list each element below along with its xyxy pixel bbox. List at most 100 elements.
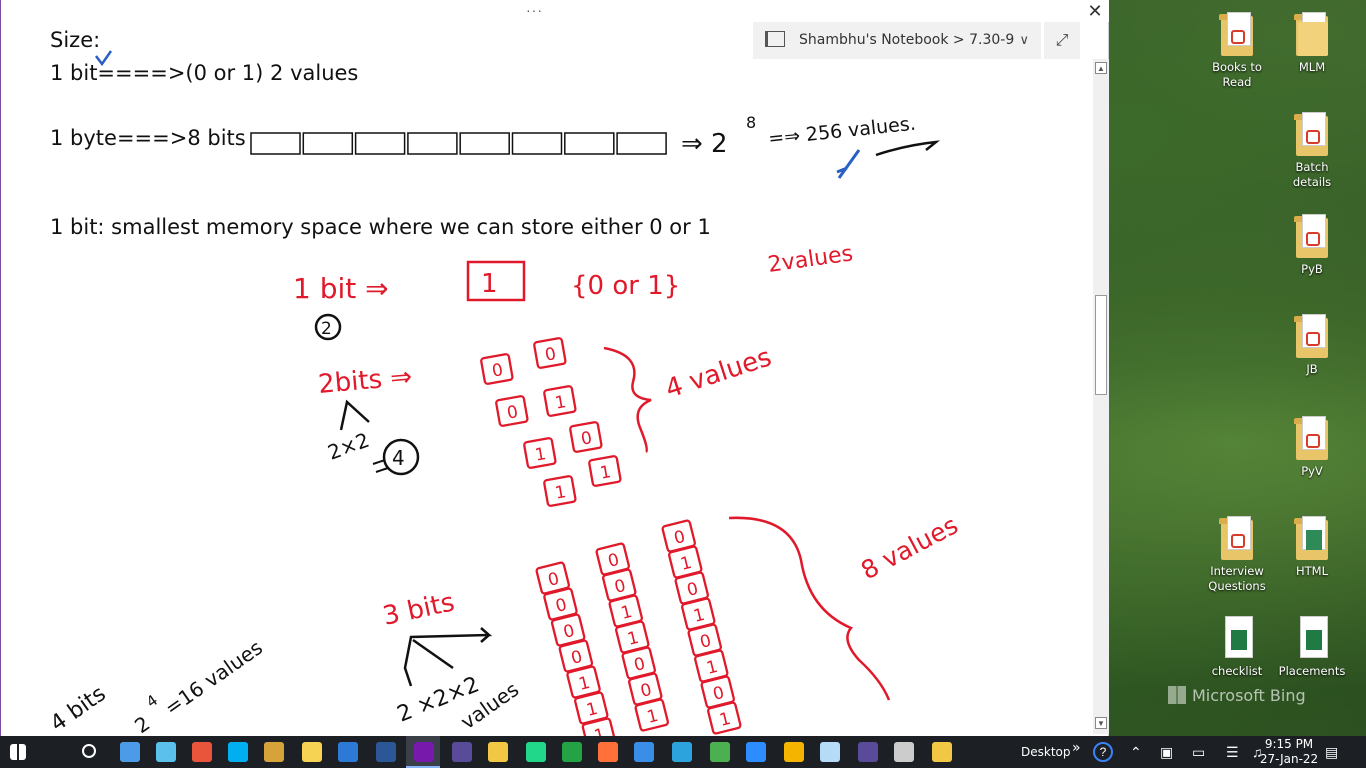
search-icon[interactable] — [82, 744, 96, 758]
ink-value-box-text: 1 — [554, 482, 568, 504]
notepad-icon[interactable] — [156, 742, 176, 762]
ink-value-box: 1 — [588, 455, 622, 487]
desktop-icon-label: PyV — [1301, 464, 1323, 478]
chrome-icon[interactable] — [710, 742, 730, 762]
desktop-icon-html[interactable]: HTML — [1275, 516, 1349, 579]
notifications-icon[interactable]: ▤ — [1325, 744, 1338, 761]
desktop-icon-placements[interactable]: Placements — [1275, 616, 1349, 679]
desktop-icon-pyv[interactable]: PyV — [1275, 416, 1349, 479]
desktop-icon-jb[interactable]: JB — [1275, 314, 1349, 377]
firefox-icon[interactable] — [598, 742, 618, 762]
desktop-icon-label: Placements — [1278, 664, 1346, 678]
scroll-up-arrow[interactable]: ▲ — [1095, 62, 1107, 74]
sticky-notes-icon[interactable] — [302, 742, 322, 762]
folder-icon — [1292, 416, 1332, 460]
byte-box — [407, 132, 458, 155]
ink-value-box-text: 0 — [606, 550, 621, 572]
remote-desktop-icon[interactable] — [634, 742, 654, 762]
wordpad-icon[interactable] — [264, 742, 284, 762]
clock-time[interactable]: 9:15 PM — [1258, 737, 1320, 751]
spiral-icon[interactable] — [562, 742, 582, 762]
desktop-icon-mlm[interactable]: MLM — [1275, 12, 1349, 75]
ink-value-box: 0 — [569, 421, 603, 453]
ink-two-power: 2 — [130, 711, 154, 736]
pycharm-icon[interactable] — [526, 742, 546, 762]
ink-value-box: 1 — [543, 475, 577, 507]
ink-four-bits: 4 bits — [46, 681, 110, 736]
skype-icon[interactable] — [228, 742, 248, 762]
desktop-icon-checklist[interactable]: checklist — [1200, 616, 1274, 679]
scroll-down-arrow[interactable]: ▼ — [1095, 717, 1107, 729]
blue-one-ink — [836, 149, 861, 179]
zoom-icon[interactable] — [746, 742, 766, 762]
word-icon[interactable] — [376, 742, 396, 762]
desktop-icon-batch-details[interactable]: Batch details — [1275, 112, 1349, 190]
ink-value-box-text: 0 — [569, 647, 584, 669]
toolbar-chevron[interactable]: » — [1072, 740, 1081, 756]
ink-value-box-text: 1 — [577, 673, 592, 695]
explorer-icon[interactable] — [932, 742, 952, 762]
scroll-thumb[interactable] — [1095, 295, 1107, 395]
ink-canvas[interactable]: ⇒ 2 8 =⇒ 256 values. 1 bit ⇒ 1 {0 or 1} … — [1, 0, 1093, 736]
start-icon[interactable] — [10, 744, 26, 760]
snowflake-icon[interactable] — [820, 742, 840, 762]
ink-value-box-text: 1 — [599, 462, 613, 484]
ink-value-box-text: 0 — [546, 569, 561, 591]
desktop-icon-books-to-read[interactable]: Books to Read — [1200, 12, 1274, 90]
ink-value-box-text: 1 — [691, 605, 706, 627]
chrome-canary-icon[interactable] — [784, 742, 804, 762]
onenote-icon[interactable] — [414, 742, 434, 762]
eclipse2-icon[interactable] — [858, 742, 878, 762]
edge-icon[interactable] — [672, 742, 692, 762]
help-icon[interactable]: ? — [1093, 742, 1113, 762]
eclipse-icon[interactable] — [452, 742, 472, 762]
folder-icon — [1292, 12, 1332, 56]
ink-bit-box-value: 1 — [481, 269, 498, 299]
folder-icon — [1217, 516, 1257, 560]
byte-boxes — [250, 132, 667, 155]
ink-bit-set: {0 or 1} — [571, 271, 680, 301]
ink-circle-two-value: 2 — [321, 319, 332, 339]
desktop-icon-label: Interview Questions — [1208, 564, 1266, 593]
desktop-icon-label: Books to Read — [1212, 60, 1262, 89]
ink-tree-three — [403, 627, 493, 687]
desktop-icon-label: PyB — [1301, 262, 1323, 276]
ink-value-box: 1 — [523, 437, 557, 469]
ink-value-box-text: 0 — [506, 402, 520, 424]
byte-box — [354, 132, 406, 155]
ink-brace-four — [603, 346, 652, 454]
ink-four-values: 4 values — [662, 342, 775, 404]
ink-eight-values: 8 values — [856, 510, 962, 585]
battery-icon[interactable]: ▭ — [1192, 744, 1205, 761]
byte-box — [250, 132, 301, 155]
ink-circle-four-value: 4 — [392, 446, 405, 470]
terminal-icon[interactable] — [894, 742, 914, 762]
ink-value-box: 0 — [495, 395, 529, 427]
desktop-icon-label: JB — [1306, 362, 1318, 376]
excel-file-icon — [1292, 616, 1332, 660]
folder-icon — [1292, 214, 1332, 258]
bing-watermark: Microsoft Bing — [1168, 686, 1306, 705]
desktop-toolbar-label[interactable]: Desktop — [1021, 745, 1071, 759]
camera-icon[interactable]: ▣ — [1160, 744, 1173, 761]
vertical-scrollbar[interactable]: ▲ ▼ — [1093, 59, 1109, 734]
desktop-icon-pyb[interactable]: PyB — [1275, 214, 1349, 277]
ink-value-box: 1 — [634, 698, 670, 732]
ink-two-bits: 2bits ⇒ — [317, 362, 413, 400]
calculator-icon[interactable] — [120, 742, 140, 762]
ink-value-box-text: 1 — [704, 657, 719, 679]
clock-date[interactable]: 27-Jan-22 — [1252, 752, 1326, 766]
byte-box — [564, 132, 615, 155]
paint-icon[interactable] — [192, 742, 212, 762]
store-icon[interactable] — [338, 742, 358, 762]
ink-value-box-text: 1 — [645, 706, 660, 728]
ink-value-box-text: 0 — [711, 683, 726, 705]
chevron-up-icon[interactable]: ⌃ — [1130, 744, 1142, 761]
folder-icon — [1292, 314, 1332, 358]
byte-box — [459, 132, 510, 155]
python-icon[interactable] — [488, 742, 508, 762]
desktop-icon-interview-questions[interactable]: Interview Questions — [1200, 516, 1274, 594]
ink-sixteen-values: =16 values — [160, 635, 267, 720]
ink-value-box-text: 1 — [554, 392, 568, 414]
wifi-icon[interactable]: ☰ — [1226, 744, 1239, 761]
